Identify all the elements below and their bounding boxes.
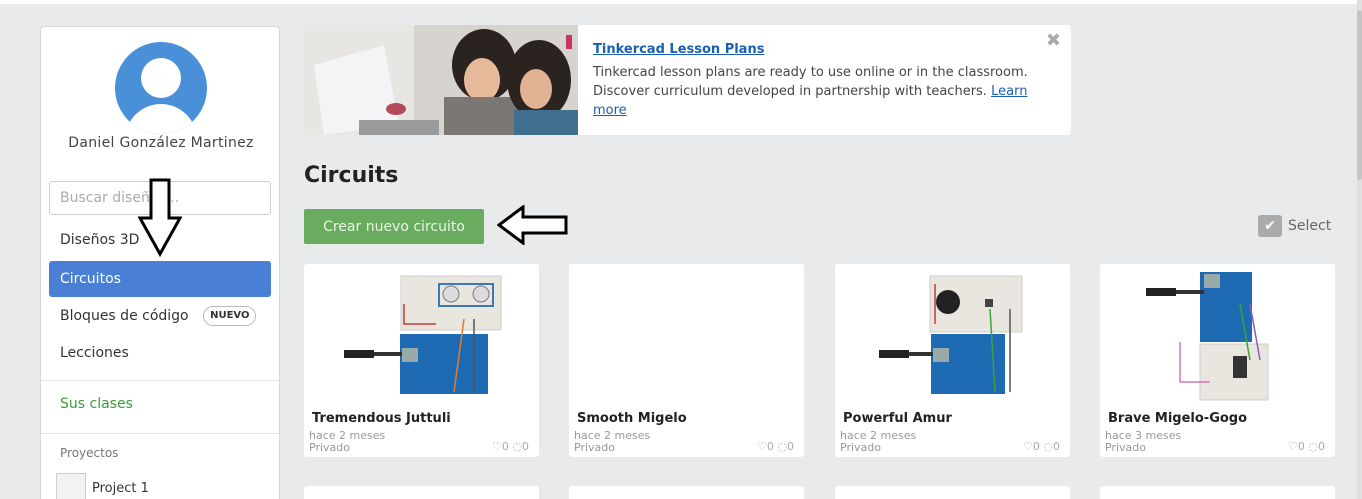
select-label: Select xyxy=(1288,218,1332,234)
heart-icon: ♡ xyxy=(1023,440,1033,453)
project-item[interactable]: Project 1 xyxy=(56,473,149,499)
heart-icon: ♡ xyxy=(492,440,502,453)
circuit-card-partial[interactable] xyxy=(835,486,1070,499)
banner-description: Tinkercad lesson plans are ready to use … xyxy=(593,65,1028,99)
comments-count: 0 xyxy=(1318,440,1325,453)
scrollbar-thumb[interactable] xyxy=(1357,10,1362,180)
card-title: Brave Migelo-Gogo xyxy=(1108,411,1248,426)
lesson-plans-banner: Tinkercad Lesson Plans Tinkercad lesson … xyxy=(304,25,1071,135)
avatar-head-shape xyxy=(141,58,181,98)
avatar[interactable] xyxy=(115,42,207,134)
comment-icon: ◌ xyxy=(1043,440,1053,453)
divider xyxy=(41,380,279,381)
your-classes-link[interactable]: Sus clases xyxy=(60,396,133,412)
comment-icon: ◌ xyxy=(777,440,787,453)
project-label: Project 1 xyxy=(92,480,149,496)
sidebar-item-label: Lecciones xyxy=(60,345,129,361)
circuit-thumbnail-empty xyxy=(569,264,804,404)
likes-count: 0 xyxy=(1297,440,1305,453)
comments-count: 0 xyxy=(522,440,529,453)
sidebar-item-circuitos[interactable]: Circuitos xyxy=(49,261,271,297)
card-privacy: Privado xyxy=(309,441,350,454)
projects-label: Proyectos xyxy=(60,446,119,460)
sidebar-item-label: Circuitos xyxy=(60,271,121,287)
top-bar xyxy=(0,0,1362,4)
circuit-card[interactable]: Tremendous Juttuli hace 2 meses Privado … xyxy=(304,264,539,457)
card-title: Powerful Amur xyxy=(843,411,952,426)
circuit-card-partial[interactable] xyxy=(569,486,804,499)
comments-count: 0 xyxy=(787,440,794,453)
circuit-card[interactable]: Powerful Amur hace 2 meses Privado ♡0 ◌0 xyxy=(835,264,1070,457)
card-stats: ♡0 ◌0 xyxy=(1288,440,1325,453)
sidebar-item-bloques-de-codigo[interactable]: Bloques de código NUEVO xyxy=(49,298,271,334)
banner-photo-children-laptop xyxy=(304,25,578,135)
sidebar: Daniel González Martinez Diseños 3D Circ… xyxy=(40,26,280,499)
select-toggle[interactable]: ✔ Select xyxy=(1258,215,1331,237)
circuit-thumbnail xyxy=(1146,272,1269,401)
card-privacy: Privado xyxy=(840,441,881,454)
close-icon[interactable]: ✖ xyxy=(1046,30,1061,51)
comment-icon: ◌ xyxy=(1308,440,1318,453)
divider xyxy=(41,433,279,434)
card-stats: ♡0 ◌0 xyxy=(757,440,794,453)
sidebar-item-lecciones[interactable]: Lecciones xyxy=(49,335,271,371)
annotation-arrow-down-icon xyxy=(138,178,182,258)
circuit-card[interactable]: Smooth Migelo hace 2 meses Privado ♡0 ◌0 xyxy=(569,264,804,457)
likes-count: 0 xyxy=(501,440,509,453)
card-privacy: Privado xyxy=(574,441,615,454)
avatar-body-shape xyxy=(125,104,197,134)
annotation-arrow-left-icon xyxy=(497,205,568,245)
banner-text: Tinkercad lesson plans are ready to use … xyxy=(593,63,1043,120)
comment-icon: ◌ xyxy=(512,440,522,453)
circuit-card-partial[interactable] xyxy=(1100,486,1335,499)
circuit-thumbnail xyxy=(344,275,502,394)
page-title: Circuits xyxy=(304,163,399,188)
card-title: Smooth Migelo xyxy=(577,411,687,426)
checkmark-icon: ✔ xyxy=(1258,215,1282,237)
create-new-circuit-button[interactable]: Crear nuevo circuito xyxy=(304,209,484,244)
circuit-card-partial[interactable] xyxy=(304,486,539,499)
user-name: Daniel González Martinez xyxy=(68,135,254,151)
heart-icon: ♡ xyxy=(757,440,767,453)
sidebar-item-label: Diseños 3D xyxy=(60,232,140,248)
likes-count: 0 xyxy=(1032,440,1040,453)
comments-count: 0 xyxy=(1053,440,1060,453)
new-badge: NUEVO xyxy=(203,306,257,326)
project-thumbnail xyxy=(56,473,86,499)
heart-icon: ♡ xyxy=(1288,440,1298,453)
card-stats: ♡0 ◌0 xyxy=(492,440,529,453)
circuit-thumbnail xyxy=(879,275,1023,394)
sidebar-item-label: Bloques de código xyxy=(60,308,189,324)
card-privacy: Privado xyxy=(1105,441,1146,454)
banner-title-link[interactable]: Tinkercad Lesson Plans xyxy=(593,42,764,57)
circuit-card[interactable]: Brave Migelo-Gogo hace 3 meses Privado ♡… xyxy=(1100,264,1335,457)
card-stats: ♡0 ◌0 xyxy=(1023,440,1060,453)
card-title: Tremendous Juttuli xyxy=(312,411,451,426)
likes-count: 0 xyxy=(766,440,774,453)
scrollbar[interactable] xyxy=(1357,0,1362,499)
